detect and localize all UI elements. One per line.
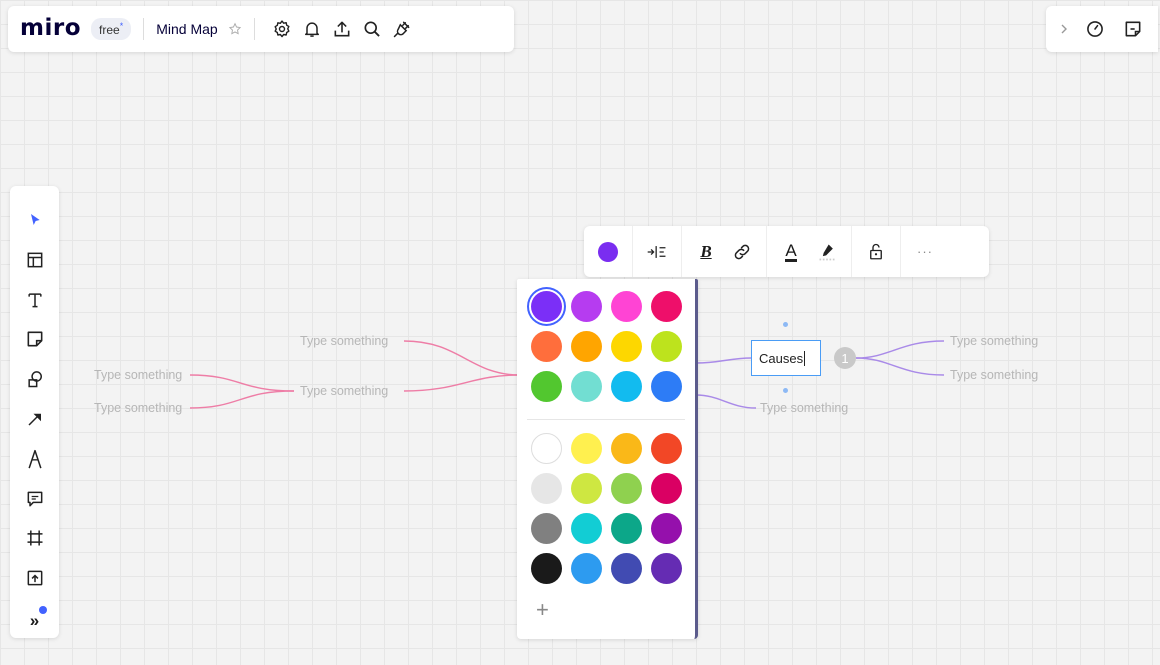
divider bbox=[632, 226, 633, 277]
mind-map-node[interactable]: Type something bbox=[950, 334, 1038, 348]
standard-color-swatch[interactable] bbox=[611, 433, 642, 464]
highlight-button[interactable] bbox=[809, 234, 845, 270]
mind-map-node[interactable]: Type something bbox=[300, 334, 388, 348]
text-color-label: A bbox=[785, 240, 797, 262]
layout-icon bbox=[647, 245, 666, 258]
add-custom-color-button[interactable]: + bbox=[536, 597, 549, 623]
standard-color-swatch[interactable] bbox=[571, 553, 602, 584]
recent-color-swatch[interactable] bbox=[531, 291, 562, 322]
standard-color-swatch[interactable] bbox=[611, 553, 642, 584]
mind-map-node[interactable]: Type something bbox=[950, 368, 1038, 382]
highlighter-icon bbox=[819, 244, 835, 260]
node-color-swatch bbox=[598, 241, 618, 262]
standard-color-swatch[interactable] bbox=[571, 473, 602, 504]
mind-map-node[interactable]: Type something bbox=[94, 401, 182, 415]
standard-color-swatch[interactable] bbox=[571, 433, 602, 464]
recent-color-swatch[interactable] bbox=[571, 331, 602, 362]
recent-color-swatch[interactable] bbox=[531, 371, 562, 402]
color-button[interactable] bbox=[590, 234, 626, 270]
standard-color-swatch[interactable] bbox=[651, 433, 682, 464]
bold-label: B bbox=[700, 241, 712, 261]
text-caret bbox=[804, 350, 806, 366]
recent-color-swatch[interactable] bbox=[531, 331, 562, 362]
link-icon bbox=[734, 244, 750, 259]
standard-color-swatch[interactable] bbox=[611, 473, 642, 504]
divider bbox=[900, 226, 901, 277]
divider bbox=[766, 226, 767, 277]
selected-node-editor[interactable]: Causes bbox=[751, 340, 821, 376]
more-label: ··· bbox=[917, 244, 933, 259]
resize-handle-bottom[interactable] bbox=[783, 388, 788, 393]
layout-button[interactable] bbox=[639, 234, 675, 270]
recent-color-swatch[interactable] bbox=[611, 291, 642, 322]
resize-handle-top[interactable] bbox=[783, 322, 788, 327]
standard-color-swatch[interactable] bbox=[531, 433, 562, 464]
standard-color-swatch[interactable] bbox=[531, 553, 562, 584]
recent-color-swatch[interactable] bbox=[611, 331, 642, 362]
recent-color-swatch[interactable] bbox=[611, 371, 642, 402]
recent-color-swatch[interactable] bbox=[571, 371, 602, 402]
context-toolbar: B A ··· bbox=[584, 226, 989, 277]
divider bbox=[681, 226, 682, 277]
bold-button[interactable]: B bbox=[688, 234, 724, 270]
standard-color-swatch[interactable] bbox=[651, 473, 682, 504]
recent-color-swatch[interactable] bbox=[651, 291, 682, 322]
standard-color-swatch[interactable] bbox=[651, 513, 682, 544]
link-button[interactable] bbox=[724, 234, 760, 270]
palette-divider bbox=[527, 419, 685, 420]
standard-color-swatch[interactable] bbox=[611, 513, 642, 544]
mind-map-node[interactable]: Type something bbox=[94, 368, 182, 382]
selected-node-text: Causes bbox=[759, 350, 804, 366]
collapse-branch-button[interactable]: 1 bbox=[834, 347, 856, 369]
unlock-icon bbox=[870, 243, 882, 259]
mind-map-node[interactable]: Type something bbox=[760, 401, 848, 415]
standard-color-swatch[interactable] bbox=[571, 513, 602, 544]
standard-color-swatch[interactable] bbox=[531, 473, 562, 504]
divider bbox=[851, 226, 852, 277]
more-button[interactable]: ··· bbox=[907, 234, 943, 270]
lock-button[interactable] bbox=[858, 234, 894, 270]
recent-color-swatch[interactable] bbox=[651, 331, 682, 362]
standard-color-swatch[interactable] bbox=[651, 553, 682, 584]
recent-color-swatch[interactable] bbox=[651, 371, 682, 402]
recent-color-swatch[interactable] bbox=[571, 291, 602, 322]
mind-map-node[interactable]: Type something bbox=[300, 384, 388, 398]
text-color-button[interactable]: A bbox=[773, 234, 809, 270]
color-palette: + bbox=[517, 279, 698, 639]
standard-color-swatch[interactable] bbox=[531, 513, 562, 544]
